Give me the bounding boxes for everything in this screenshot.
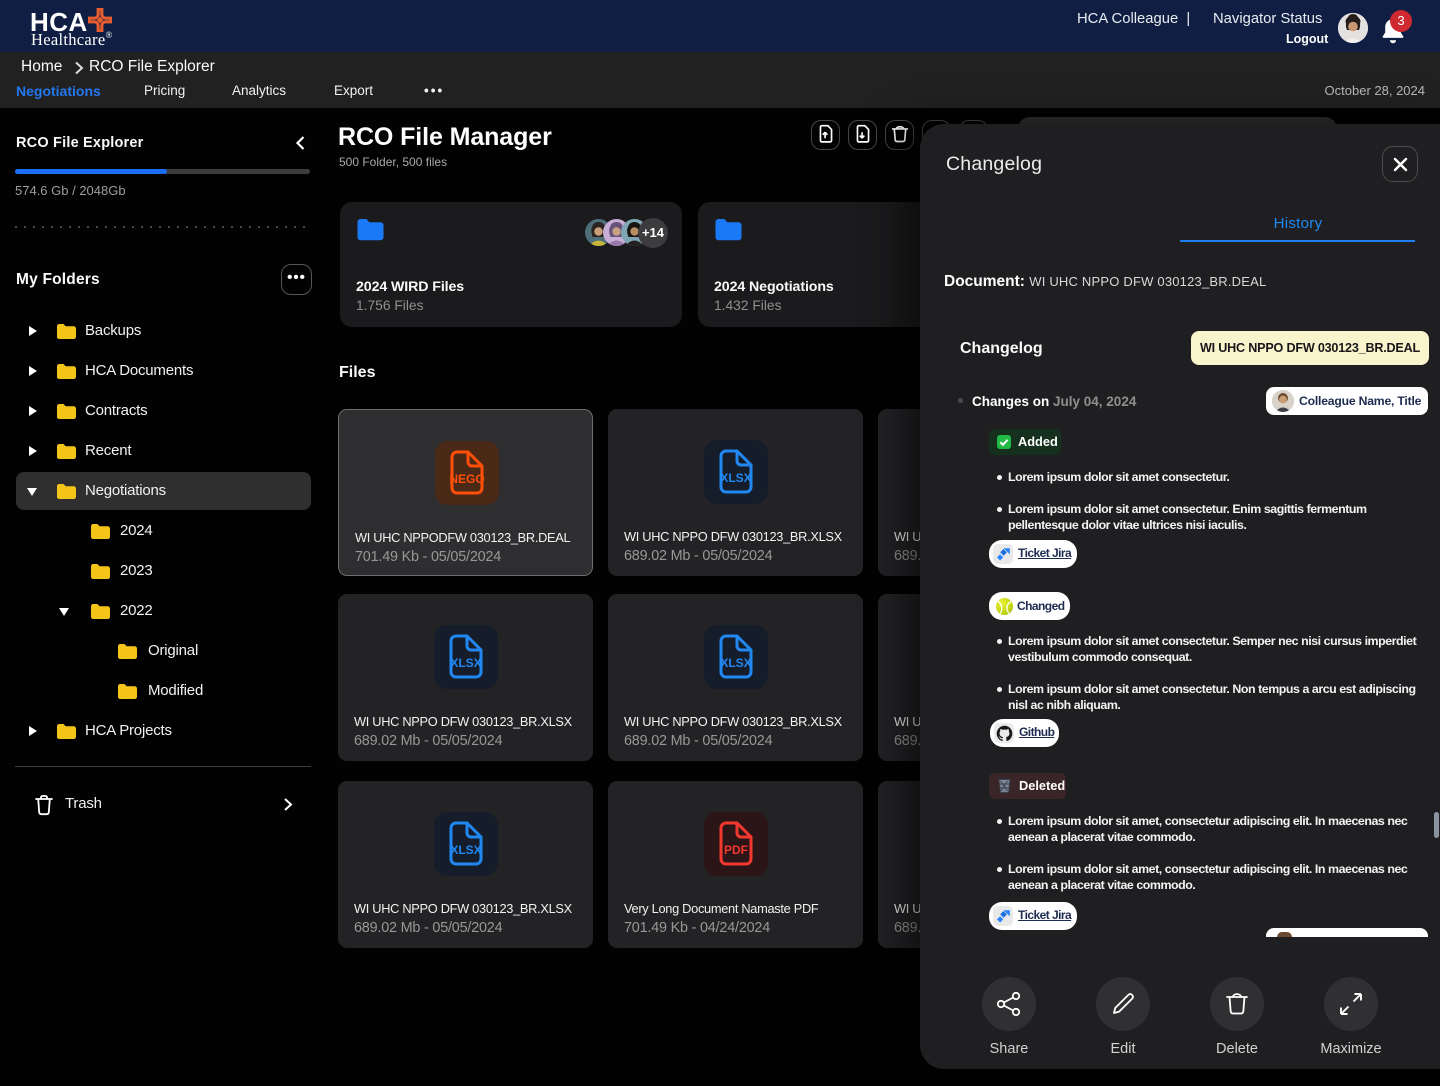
svg-text:NEGO: NEGO bbox=[449, 472, 484, 486]
svg-text:XLSX: XLSX bbox=[450, 656, 481, 670]
svg-text:XLSX: XLSX bbox=[450, 843, 481, 857]
svg-text:PDF: PDF bbox=[724, 843, 748, 857]
svg-text:XLSX: XLSX bbox=[720, 471, 751, 485]
svg-text:XLSX: XLSX bbox=[720, 656, 751, 670]
